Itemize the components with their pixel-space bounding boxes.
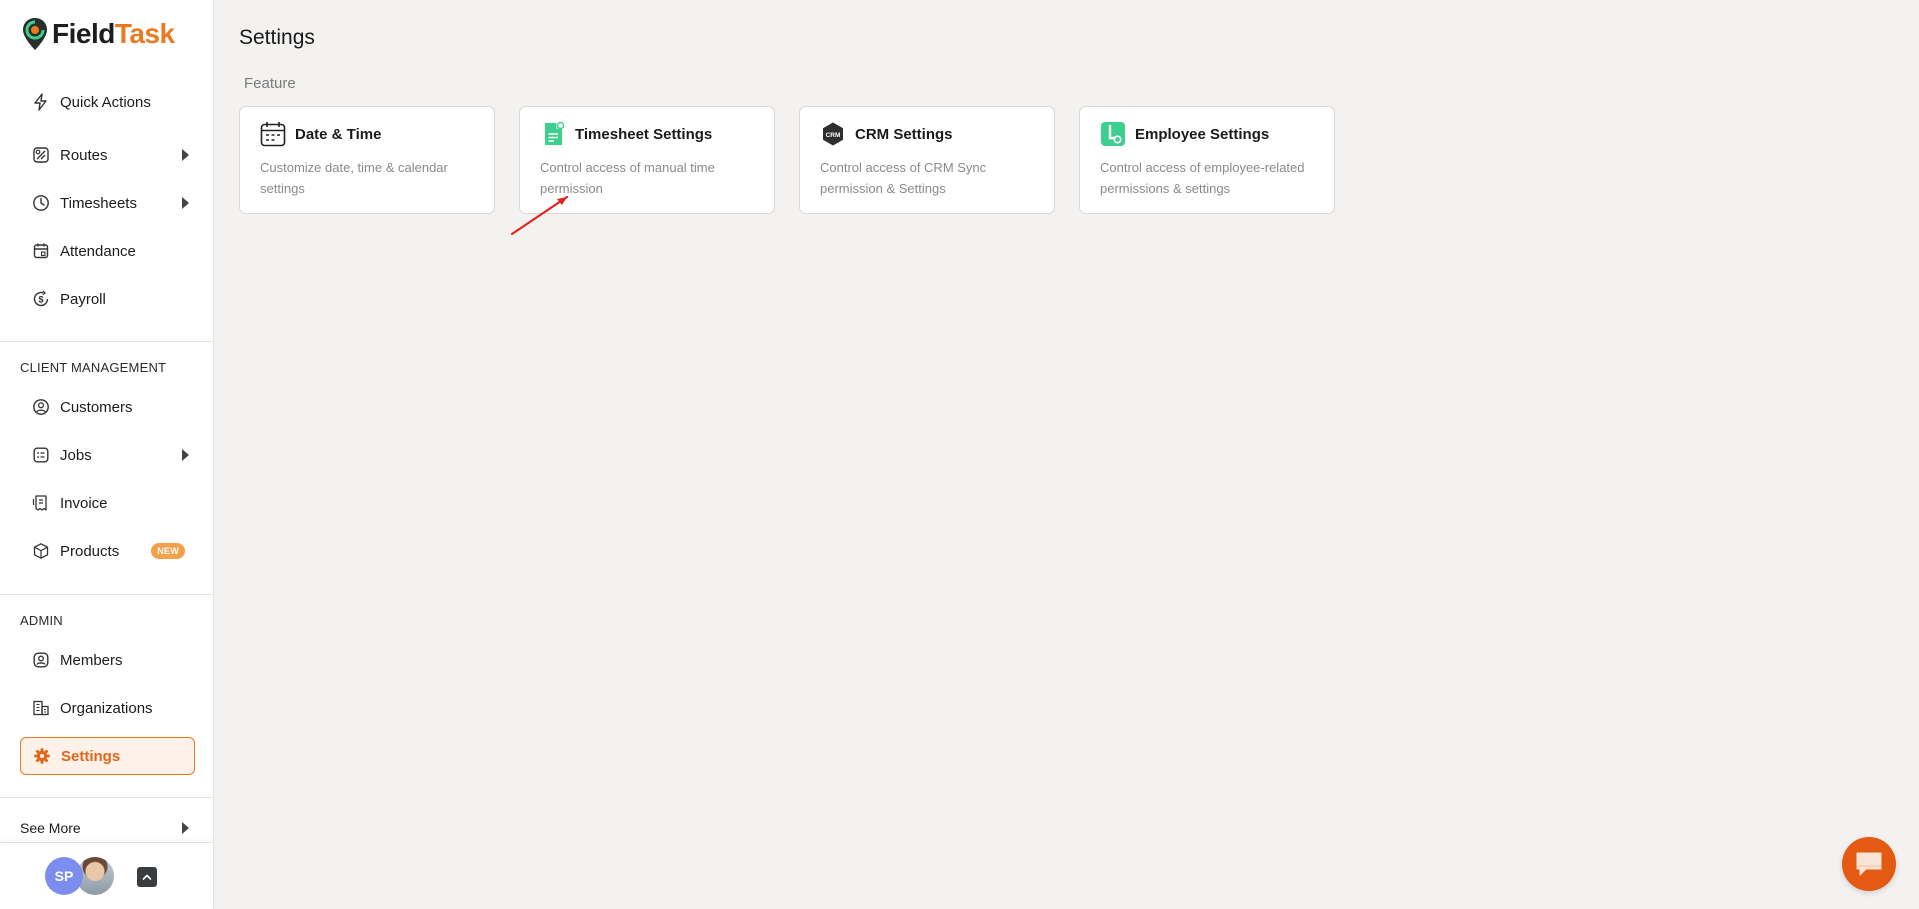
sidebar-item-customers[interactable]: Customers	[20, 388, 195, 426]
box-icon	[32, 542, 50, 560]
calendar-check-icon	[32, 242, 50, 260]
user-bar: SP	[0, 842, 214, 909]
sidebar-item-label: Customers	[60, 398, 133, 416]
sidebar-item-label: Organizations	[60, 699, 153, 717]
card-title: Employee Settings	[1135, 125, 1270, 143]
section-label-feature: Feature	[244, 75, 296, 92]
jobs-list-icon	[32, 446, 50, 464]
logo-text-task: Task	[114, 18, 175, 49]
sidebar: FieldTask Quick Actions Routes Timesheet…	[0, 0, 214, 909]
sidebar-item-products[interactable]: Products NEW	[20, 532, 195, 570]
user-circle-icon	[32, 398, 50, 416]
new-badge: NEW	[151, 543, 186, 559]
timesheet-doc-icon	[540, 121, 566, 147]
avatar-initials[interactable]: SP	[45, 857, 83, 895]
card-description: Control access of employee-related permi…	[1100, 160, 1305, 196]
page-title: Settings	[239, 26, 315, 49]
section-label-admin: ADMIN	[20, 613, 63, 628]
card-employee-settings[interactable]: Employee Settings Control access of empl…	[1079, 106, 1335, 214]
expand-user-menu-button[interactable]	[137, 867, 157, 887]
receipt-icon	[32, 494, 50, 512]
sidebar-item-members[interactable]: Members	[20, 641, 195, 679]
sidebar-item-payroll[interactable]: $ Payroll	[20, 280, 195, 318]
chevron-right-icon	[182, 149, 189, 161]
sidebar-divider	[0, 594, 214, 595]
gear-icon	[33, 747, 51, 765]
app-logo[interactable]: FieldTask	[22, 16, 175, 52]
svg-text:CRM: CRM	[826, 132, 841, 139]
chevron-right-icon	[182, 197, 189, 209]
annotation-arrow-icon	[510, 195, 569, 236]
sidebar-item-routes[interactable]: Routes	[20, 136, 195, 174]
map-icon	[32, 146, 50, 164]
employee-badge-icon	[1100, 121, 1126, 147]
card-title: Date & Time	[295, 125, 382, 143]
see-more-label: See More	[20, 820, 81, 836]
sidebar-item-jobs[interactable]: Jobs	[20, 436, 195, 474]
chat-bubble-icon	[1856, 852, 1882, 876]
sidebar-divider	[0, 341, 214, 342]
chevron-right-icon	[182, 449, 189, 461]
sidebar-item-invoice[interactable]: Invoice	[20, 484, 195, 522]
card-title: CRM Settings	[855, 125, 953, 143]
lightning-icon	[32, 93, 50, 111]
sidebar-item-timesheets[interactable]: Timesheets	[20, 184, 195, 222]
calendar-icon	[260, 121, 286, 147]
building-icon	[32, 699, 50, 717]
svg-text:$: $	[38, 295, 43, 305]
sidebar-item-settings[interactable]: Settings	[20, 737, 195, 775]
crm-hex-icon: CRM	[820, 121, 846, 147]
sidebar-item-label: Invoice	[60, 494, 108, 512]
dollar-cycle-icon: $	[32, 290, 50, 308]
sidebar-divider	[0, 797, 214, 798]
sidebar-item-label: Settings	[61, 747, 121, 765]
section-label-client-management: CLIENT MANAGEMENT	[20, 360, 167, 375]
chevron-right-icon	[182, 822, 189, 834]
clock-icon	[32, 194, 50, 212]
card-title: Timesheet Settings	[575, 125, 713, 143]
member-icon	[32, 651, 50, 669]
see-more-button[interactable]: See More	[20, 818, 195, 838]
chat-support-button[interactable]	[1842, 837, 1896, 891]
sidebar-item-organizations[interactable]: Organizations	[20, 689, 195, 727]
sidebar-item-label: Payroll	[60, 290, 106, 308]
sidebar-item-label: Members	[60, 651, 123, 669]
sidebar-item-attendance[interactable]: Attendance	[20, 232, 195, 270]
card-description: Control access of CRM Sync permission & …	[820, 160, 987, 196]
card-description: Customize date, time & calendar settings	[260, 160, 448, 196]
sidebar-item-label: Quick Actions	[60, 93, 151, 111]
chevron-up-icon	[142, 874, 152, 880]
logo-text-field: Field	[52, 18, 115, 49]
sidebar-item-label: Products	[60, 542, 120, 560]
location-pin-logo-icon	[23, 18, 47, 50]
card-crm-settings[interactable]: CRM CRM Settings Control access of CRM S…	[799, 106, 1055, 214]
sidebar-item-quick-actions[interactable]: Quick Actions	[20, 83, 195, 121]
card-date-time[interactable]: Date & Time Customize date, time & calen…	[239, 106, 495, 214]
sidebar-item-label: Routes	[60, 146, 108, 164]
sidebar-item-label: Jobs	[60, 446, 92, 464]
sidebar-item-label: Timesheets	[60, 194, 137, 212]
sidebar-item-label: Attendance	[60, 242, 136, 260]
